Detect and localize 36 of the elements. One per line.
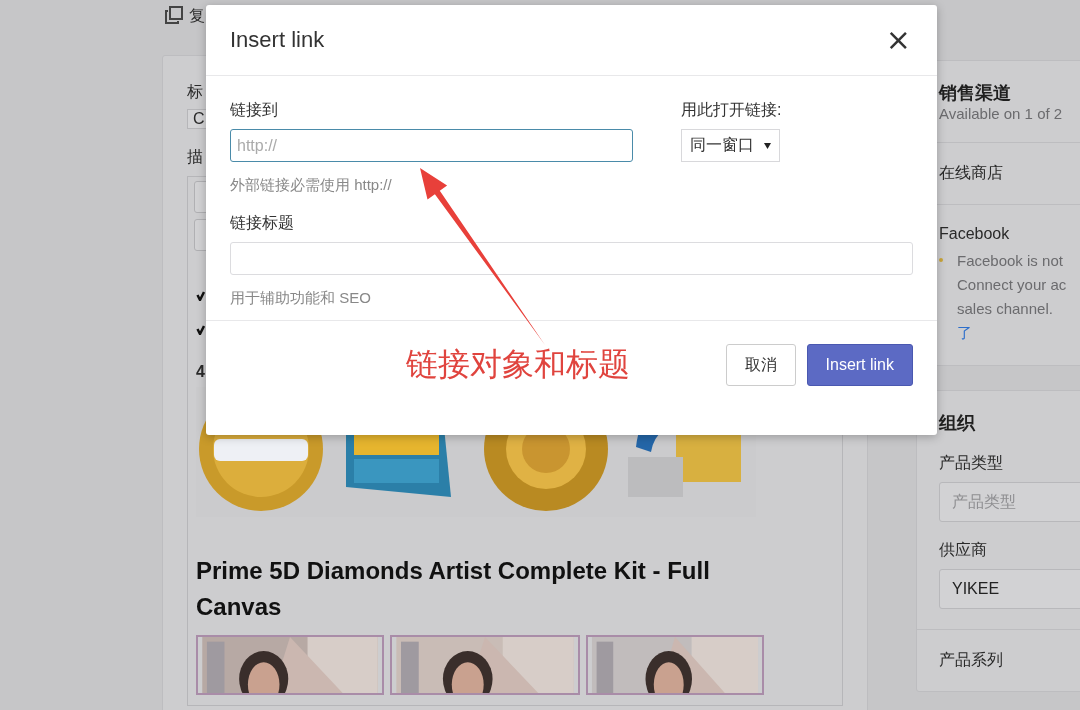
channel-name: 在线商店 bbox=[939, 163, 1004, 183]
section-heading: 销售渠道 bbox=[939, 82, 1012, 105]
dialog-title: Insert link bbox=[230, 27, 325, 53]
target-dropdown[interactable]: 同一窗口 bbox=[681, 129, 780, 162]
field-label: 用此打开链接: bbox=[681, 100, 782, 120]
list-number: 4 bbox=[196, 363, 205, 381]
caret-icon bbox=[764, 142, 771, 149]
duplicate-icon[interactable] bbox=[165, 6, 183, 24]
product-type-field[interactable]: 产品类型 bbox=[939, 482, 1080, 522]
notice-text: sales channel. bbox=[957, 299, 1054, 319]
insert-link-button[interactable]: Insert link bbox=[806, 344, 913, 386]
field-label: 供应商 bbox=[939, 540, 988, 560]
vendor-field[interactable]: YIKEE bbox=[939, 569, 1080, 609]
product-heading: Prime 5D Diamonds Artist Complete Kit - Full Canvas bbox=[196, 556, 711, 622]
duplicate-label[interactable]: 复 bbox=[189, 6, 205, 27]
url-field[interactable]: http:// bbox=[230, 129, 633, 162]
field-label: 描 bbox=[187, 147, 203, 167]
hint-text: 用于辅助功能和 SEO bbox=[230, 289, 371, 308]
hint-text: 外部链接必需使用 http:// bbox=[230, 176, 392, 195]
field-label: 标 bbox=[187, 82, 203, 102]
check-icon bbox=[196, 291, 205, 301]
notice-text: Facebook is not bbox=[957, 251, 1064, 271]
check-icon bbox=[196, 325, 205, 335]
close-button[interactable]: × bbox=[881, 25, 915, 55]
field-label: 产品系列 bbox=[939, 650, 1004, 670]
field-label: 链接标题 bbox=[230, 213, 294, 233]
availability-text: Available on 1 of 2 bbox=[939, 105, 1064, 122]
bullet-icon bbox=[939, 258, 943, 262]
title-field[interactable] bbox=[230, 242, 913, 275]
channel-name: Facebook bbox=[939, 225, 1011, 243]
cancel-button[interactable]: 取消 bbox=[725, 344, 796, 386]
field-label: 链接到 bbox=[230, 100, 278, 120]
annotation-text: 链接对象和标题 bbox=[406, 344, 630, 385]
field-label: 产品类型 bbox=[939, 453, 1004, 473]
section-heading: 组织 bbox=[939, 412, 977, 435]
notice-text: Connect your ac bbox=[957, 275, 1067, 295]
